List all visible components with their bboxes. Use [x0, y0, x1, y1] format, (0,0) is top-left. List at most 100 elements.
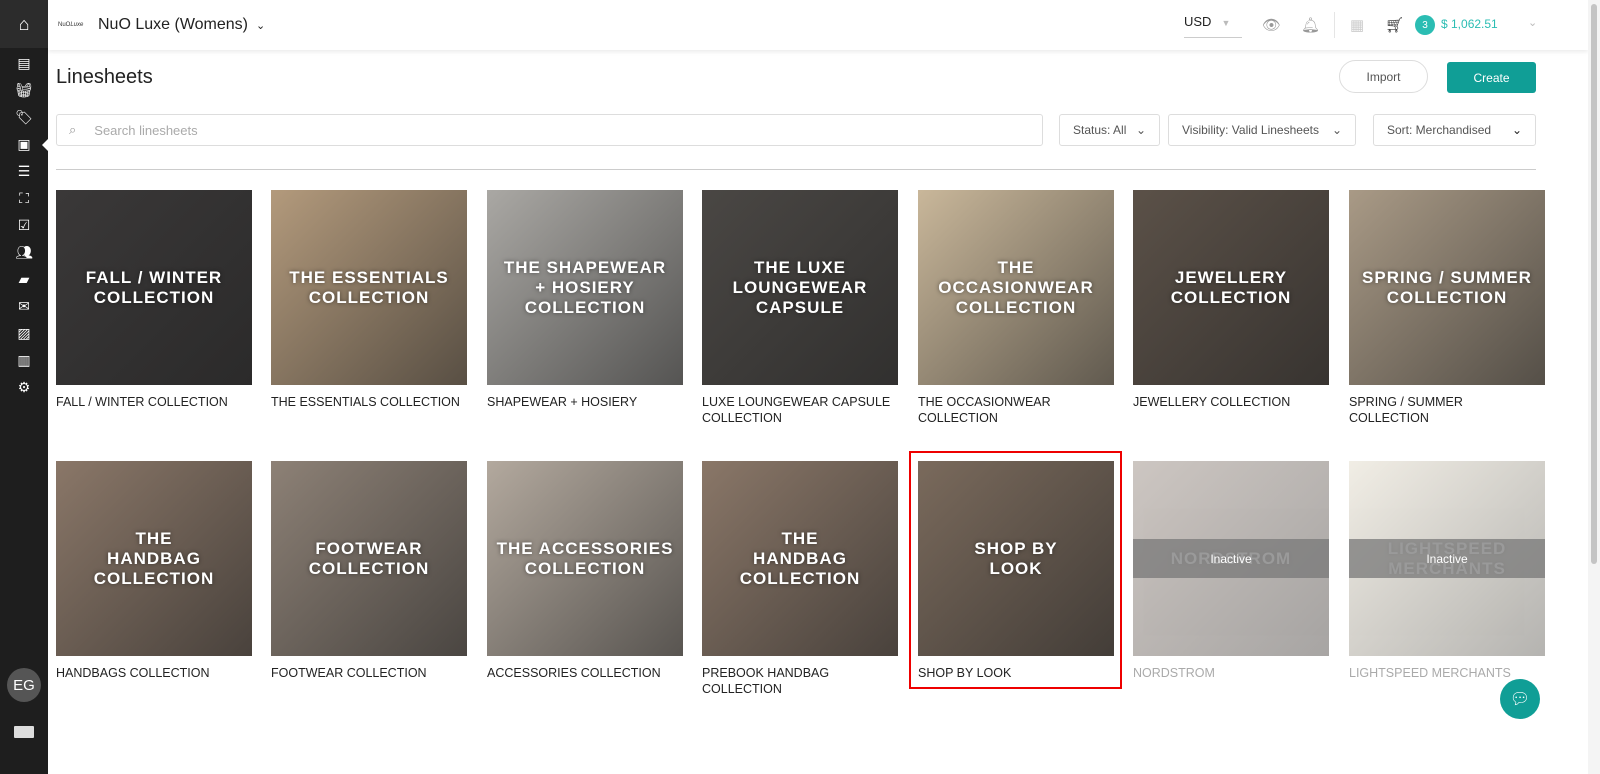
caret-down-icon: ▼ [1221, 18, 1231, 28]
eye-icon[interactable]: 👁 [1262, 16, 1281, 34]
sort-label: Sort: Merchandised [1387, 123, 1492, 137]
favorites-list-icon[interactable]: ▦ [1350, 16, 1364, 34]
avatar[interactable]: EG [7, 668, 41, 702]
chevron-down-icon: ⌄ [1511, 123, 1522, 137]
catalog-icon[interactable]: ☰ [0, 158, 48, 185]
bell-icon[interactable]: 🔔︎ [1301, 16, 1320, 34]
status-filter-label: Status: All [1073, 123, 1127, 137]
linesheet-card[interactable]: THE ESSENTIALS COLLECTION THE ESSENTIALS … [271, 190, 467, 410]
linesheet-image[interactable]: THE OCCASIONWEAR COLLECTION [918, 190, 1114, 385]
status-filter[interactable]: Status: All ⌄ [1059, 114, 1160, 146]
linesheet-overlay-text: THE ESSENTIALS COLLECTION [289, 267, 449, 307]
linesheet-card[interactable]: THE LUXE LOUNGEWEAR CAPSULE LUXE LOUNGEWE… [702, 190, 898, 426]
linesheet-image[interactable]: THE HANDBAG COLLECTION [56, 461, 252, 656]
currency-value: USD [1184, 14, 1212, 29]
chevron-down-icon[interactable]: ⌄ [1528, 16, 1537, 29]
images-icon[interactable]: ▨ [0, 320, 48, 347]
linesheet-title[interactable]: ACCESSORIES COLLECTION [487, 665, 683, 681]
divider [56, 169, 1536, 170]
scrollbar[interactable] [1588, 0, 1600, 774]
linesheets-icon[interactable]: ▣ [0, 131, 48, 158]
linesheet-image[interactable]: THE SHAPEWEAR + HOSIERY COLLECTION [487, 190, 683, 385]
search-input[interactable] [94, 122, 995, 138]
linesheet-card[interactable]: JEWELLERY COLLECTION JEWELLERY COLLECTION [1133, 190, 1329, 410]
linesheet-overlay-text: THE OCCASIONWEAR COLLECTION [938, 257, 1094, 317]
create-button[interactable]: Create [1447, 62, 1536, 93]
linesheet-title[interactable]: SHAPEWEAR + HOSIERY [487, 394, 683, 410]
linesheet-title[interactable]: SPRING / SUMMER COLLECTION [1349, 394, 1545, 426]
tag-icon[interactable]: 🏷︎ [0, 104, 48, 131]
import-button[interactable]: Import [1339, 60, 1428, 93]
store-name[interactable]: NuO Luxe (Womens) [98, 16, 248, 34]
chevron-down-icon[interactable]: ⌄ [256, 19, 265, 32]
visibility-filter[interactable]: Visibility: Valid Linesheets ⌄ [1168, 114, 1356, 146]
linesheet-overlay-text: JEWELLERY COLLECTION [1170, 267, 1292, 307]
presentation-icon[interactable]: ⛶ [0, 185, 48, 212]
linesheet-card[interactable]: THE ACCESSORIES COLLECTION ACCESSORIES CO… [487, 461, 683, 681]
linesheet-overlay-text: THE HANDBAG COLLECTION [739, 528, 861, 588]
brand-logo: NuOLuxe [58, 22, 84, 28]
linesheet-title[interactable]: HANDBAGS COLLECTION [56, 665, 252, 681]
linesheet-card[interactable]: NORDSTROMInactiveNORDSTROM [1133, 461, 1329, 681]
reports-icon[interactable]: ▥ [0, 347, 48, 374]
linesheet-title[interactable]: FOOTWEAR COLLECTION [271, 665, 467, 681]
linesheet-overlay-text: FOOTWEAR COLLECTION [308, 538, 430, 578]
linesheet-image[interactable]: SPRING / SUMMER COLLECTION [1349, 190, 1545, 385]
cart-icon[interactable]: 🛒︎ [1385, 16, 1404, 34]
sidebar: ⌂ ▤ 🧺︎ 🏷︎ ▣ ☰ ⛶ ☑ 👥︎ ▰ ✉ ▨ ▥ ⚙ EG [0, 0, 48, 774]
top-bar: NuOLuxe NuO Luxe (Womens) ⌄ USD ▼ 👁 🔔︎ ▦ … [48, 0, 1588, 50]
linesheet-image[interactable]: THE LUXE LOUNGEWEAR CAPSULE [702, 190, 898, 385]
email-icon[interactable]: ✉ [0, 293, 48, 320]
selection-highlight [909, 451, 1122, 689]
settings-icon[interactable]: ⚙ [0, 374, 48, 401]
linesheet-card[interactable]: THE HANDBAG COLLECTION PREBOOK HANDBAG CO… [702, 461, 898, 697]
box-icon[interactable]: ▰ [0, 266, 48, 293]
chevron-down-icon: ⌄ [1135, 123, 1146, 137]
chevron-down-icon: ⌄ [1331, 123, 1342, 137]
linesheet-title[interactable]: THE ESSENTIALS COLLECTION [271, 394, 467, 410]
linesheet-card[interactable]: THE OCCASIONWEAR COLLECTION THE OCCASIONW… [918, 190, 1114, 426]
linesheet-overlay-text: THE HANDBAG COLLECTION [93, 528, 215, 588]
linesheet-card[interactable]: FALL / WINTER COLLECTION FALL / WINTER CO… [56, 190, 252, 410]
checklist-icon[interactable]: ☑ [0, 212, 48, 239]
linesheet-overlay-text: FALL / WINTER COLLECTION [85, 267, 223, 307]
visibility-filter-label: Visibility: Valid Linesheets [1182, 123, 1319, 137]
linesheet-title[interactable]: THE OCCASIONWEAR COLLECTION [918, 394, 1114, 426]
home-icon[interactable]: ⌂ [0, 0, 48, 48]
store-icon[interactable]: ▤ [0, 50, 48, 77]
linesheet-image[interactable]: FOOTWEAR COLLECTION [271, 461, 467, 656]
basket-icon[interactable]: 🧺︎ [0, 77, 48, 104]
page-title: Linesheets [56, 66, 153, 88]
linesheet-image[interactable]: FALL / WINTER COLLECTION [56, 190, 252, 385]
currency-select[interactable]: USD ▼ [1184, 14, 1242, 38]
divider [1334, 12, 1335, 38]
inactive-badge: Inactive [1133, 539, 1329, 578]
linesheet-card[interactable]: THE HANDBAG COLLECTION HANDBAGS COLLECTIO… [56, 461, 252, 681]
linesheet-image[interactable]: THE ACCESSORIES COLLECTION [487, 461, 683, 656]
linesheet-title[interactable]: LUXE LOUNGEWEAR CAPSULE COLLECTION [702, 394, 898, 426]
linesheet-title[interactable]: FALL / WINTER COLLECTION [56, 394, 252, 410]
users-icon[interactable]: 👥︎ [0, 239, 48, 266]
inactive-badge: Inactive [1349, 539, 1545, 578]
search-icon: ⌕ [69, 122, 77, 137]
linesheet-overlay-text: SPRING / SUMMER COLLECTION [1362, 267, 1532, 307]
linesheet-image[interactable]: THE ESSENTIALS COLLECTION [271, 190, 467, 385]
linesheet-image[interactable]: JEWELLERY COLLECTION [1133, 190, 1329, 385]
linesheet-overlay-text: THE ACCESSORIES COLLECTION [496, 538, 674, 578]
linesheet-card[interactable]: THE SHAPEWEAR + HOSIERY COLLECTION SHAPEW… [487, 190, 683, 410]
cart-total[interactable]: $ 1,062.51 [1441, 17, 1498, 31]
linesheet-overlay-text: THE SHAPEWEAR + HOSIERY COLLECTION [503, 257, 667, 317]
cart-count-badge: 3 [1415, 15, 1435, 35]
linesheet-image[interactable]: THE HANDBAG COLLECTION [702, 461, 898, 656]
linesheet-title[interactable]: JEWELLERY COLLECTION [1133, 394, 1329, 410]
chat-icon[interactable]: 💬︎ [1500, 679, 1540, 719]
collapse-icon[interactable] [14, 726, 34, 738]
linesheet-overlay-text: THE LUXE LOUNGEWEAR CAPSULE [732, 257, 868, 317]
linesheet-card[interactable]: LIGHTSPEED MERCHANTSInactiveLIGHTSPEED M… [1349, 461, 1545, 681]
linesheet-title[interactable]: NORDSTROM [1133, 665, 1329, 681]
linesheet-card[interactable]: SPRING / SUMMER COLLECTION SPRING / SUMME… [1349, 190, 1545, 426]
linesheet-card[interactable]: FOOTWEAR COLLECTION FOOTWEAR COLLECTION [271, 461, 467, 681]
search-box[interactable]: ⌕ [56, 114, 1043, 146]
linesheet-title[interactable]: PREBOOK HANDBAG COLLECTION [702, 665, 898, 697]
sort-select[interactable]: Sort: Merchandised ⌄ [1373, 114, 1536, 146]
